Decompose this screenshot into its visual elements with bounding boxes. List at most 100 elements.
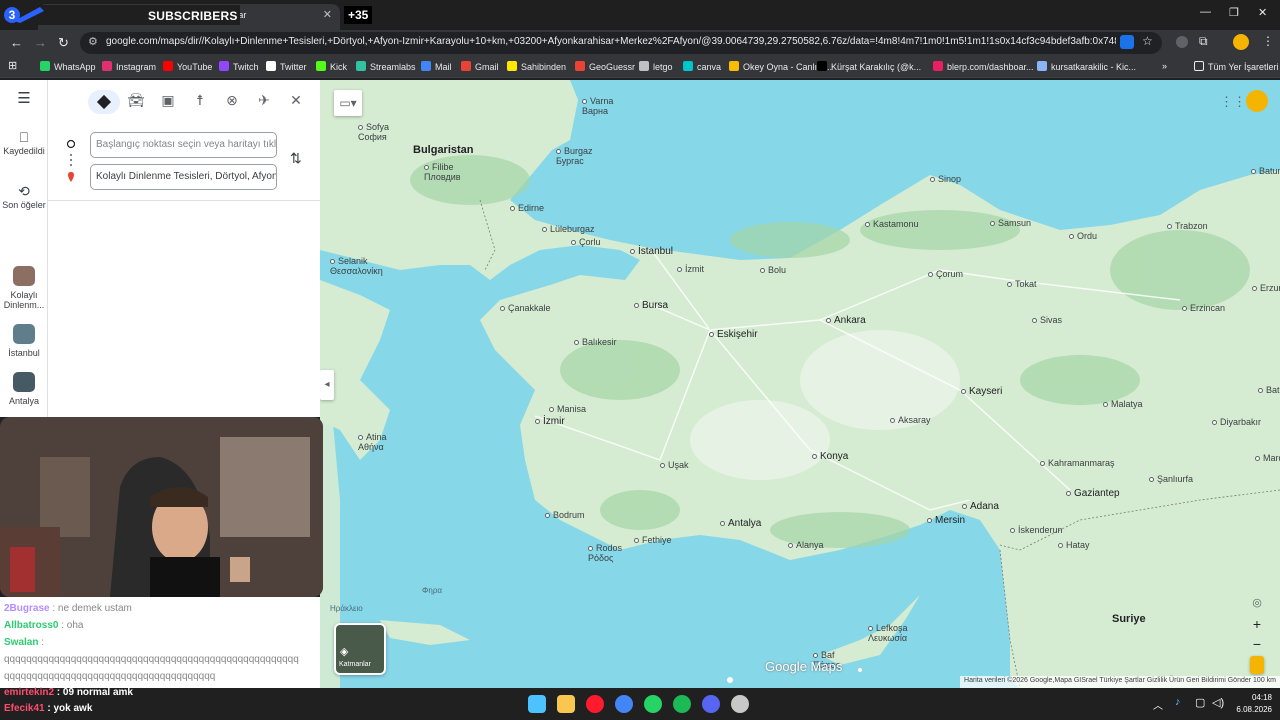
bookmark-item[interactable]: letgo <box>639 61 673 72</box>
extension-icon[interactable] <box>1176 36 1188 48</box>
city-label[interactable]: Kastamonu <box>865 219 919 229</box>
city-label[interactable]: Antalya <box>720 518 761 529</box>
back-icon[interactable]: ← <box>10 35 23 50</box>
city-label[interactable]: Samsun <box>990 218 1031 228</box>
pegman-icon[interactable] <box>1250 656 1264 674</box>
city-label[interactable]: Erzurum <box>1252 283 1280 293</box>
city-label[interactable]: Aksaray <box>890 415 931 425</box>
city-label[interactable]: Bolu <box>760 265 786 275</box>
start-app-icon[interactable] <box>528 695 546 713</box>
city-label[interactable]: Malatya <box>1103 399 1143 409</box>
city-label[interactable]: Mersin <box>927 515 965 526</box>
city-label[interactable]: İzmir <box>535 416 565 427</box>
city-label[interactable]: Sinop <box>930 174 961 184</box>
city-label[interactable]: İskenderun <box>1010 525 1063 535</box>
city-label[interactable]: İzmit <box>677 264 704 274</box>
tray-chevron-icon[interactable]: ︿ <box>1153 697 1163 712</box>
recent-button[interactable]: ⟲ Son öğeler <box>0 184 48 210</box>
city-label[interactable]: Kayseri <box>961 386 1002 397</box>
city-label[interactable]: Diyarbakır <box>1212 417 1261 427</box>
layers-button[interactable]: ◈ Katmanlar <box>334 623 386 675</box>
bicycle-icon[interactable]: ⊗ <box>220 92 244 112</box>
city-label[interactable]: Atina Αθήνα <box>358 432 387 452</box>
city-label[interactable]: Mardin <box>1255 453 1280 463</box>
explorer-app-icon[interactable] <box>557 695 575 713</box>
bookmark-item[interactable]: Twitter <box>266 61 307 72</box>
city-label[interactable]: Eskişehir <box>709 329 758 340</box>
obs-app-icon[interactable] <box>731 695 749 713</box>
destination-input[interactable]: Kolaylı Dinlenme Tesisleri, Dörtyol, Afy… <box>90 164 277 190</box>
city-label[interactable]: Ankara <box>826 315 866 326</box>
volume-icon[interactable]: ◁) <box>1212 696 1224 709</box>
bookmark-item[interactable]: blerp.com/dashboar... <box>933 61 1034 72</box>
forward-icon[interactable]: → <box>34 35 47 50</box>
chrome-app-icon[interactable] <box>615 695 633 713</box>
city-label[interactable]: Bursa <box>634 300 668 311</box>
city-label[interactable]: Alanya <box>788 540 824 550</box>
network-icon[interactable]: ▢ <box>1195 696 1205 709</box>
swap-icon[interactable]: ⇅ <box>290 150 302 167</box>
city-label[interactable]: Tokat <box>1007 279 1037 289</box>
city-label[interactable]: Çorlu <box>571 237 601 247</box>
profile-avatar[interactable] <box>1233 34 1249 50</box>
city-label[interactable]: Çanakkale <box>500 303 551 313</box>
city-label[interactable]: Manisa <box>549 404 586 414</box>
city-label[interactable]: Ordu <box>1069 231 1097 241</box>
close-directions-icon[interactable]: ✕ <box>284 92 308 112</box>
zoom-out-button[interactable]: − <box>1248 635 1266 653</box>
city-label[interactable]: Bodrum <box>545 510 585 520</box>
city-label[interactable]: Edirne <box>510 203 544 213</box>
bookmark-item[interactable]: Mail <box>421 61 452 72</box>
city-label[interactable]: Hatay <box>1058 540 1090 550</box>
city-label[interactable]: Trabzon <box>1167 221 1208 231</box>
city-label[interactable]: Kahramanmaraş <box>1040 458 1115 468</box>
minimize-icon[interactable]: — <box>1200 6 1211 18</box>
bookmark-item[interactable]: GeoGuessr <box>575 61 635 72</box>
city-label[interactable]: Adana <box>962 501 999 512</box>
extensions-puzzle-icon[interactable]: ⧉ <box>1199 34 1208 49</box>
city-label[interactable]: Konya <box>812 451 848 462</box>
city-label[interactable]: Lefkoşa Λευκωσία <box>868 623 908 643</box>
bookmark-star-icon[interactable]: ☆ <box>1142 34 1153 48</box>
bookmark-item[interactable]: canva <box>683 61 721 72</box>
saved-button[interactable]: ⎕ Kaydedildi <box>0 130 48 156</box>
city-label[interactable]: Sivas <box>1032 315 1062 325</box>
my-location-icon[interactable]: ◎ <box>1248 594 1266 612</box>
bookmark-item[interactable]: Gmail <box>461 61 499 72</box>
recent-place-item[interactable]: Antalya <box>0 372 48 406</box>
car-icon[interactable]: 🚘︎ <box>124 92 148 112</box>
menu-kebab-icon[interactable]: ⋮ <box>1262 34 1274 48</box>
collapse-panel-button[interactable]: ◂ <box>320 370 334 400</box>
tab-close-icon[interactable]: ✕ <box>323 8 332 21</box>
map-canvas[interactable]: Bulgaristan Suriye Sofya София Varna Варна F… <box>320 80 1280 688</box>
city-label[interactable]: İstanbul <box>630 246 673 257</box>
taskbar-clock[interactable]: 04:18 6.08.2026 <box>1236 692 1272 716</box>
account-avatar[interactable] <box>1246 90 1268 112</box>
city-label[interactable]: Balıkesir <box>574 337 617 347</box>
transit-icon[interactable]: ▣ <box>156 92 180 112</box>
bookmark-item[interactable]: Kick <box>316 61 347 72</box>
bookmark-item[interactable]: Streamlabs <box>356 61 416 72</box>
apps-grid-icon[interactable]: ⊞ <box>8 59 17 72</box>
spotify-app-icon[interactable] <box>673 695 691 713</box>
city-label[interactable]: Gaziantep <box>1066 488 1120 499</box>
map-ruler-button[interactable]: ▭▾ <box>334 90 362 116</box>
walk-icon[interactable]: ☨ <box>188 92 212 112</box>
city-label[interactable]: Filibe Пловдив <box>424 162 461 182</box>
bookmark-item[interactable]: Instagram <box>102 61 156 72</box>
close-window-icon[interactable]: ✕ <box>1258 6 1267 19</box>
bookmark-item[interactable]: Kürşat Karakılıç (@k... <box>817 61 921 72</box>
city-label[interactable]: Batman <box>1258 385 1280 395</box>
address-bar[interactable]: ⚙ google.com/maps/dir//Kolaylı+Dinlenme+… <box>80 32 1162 54</box>
city-label[interactable]: Fethiye <box>634 535 672 545</box>
bookmark-item[interactable]: Twitch <box>219 61 259 72</box>
city-label[interactable]: Erzincan <box>1182 303 1225 313</box>
more-bookmarks-icon[interactable]: » <box>1162 61 1167 71</box>
city-label[interactable]: Uşak <box>660 460 689 470</box>
city-label[interactable]: Şanlıurfa <box>1149 474 1193 484</box>
reload-icon[interactable]: ↻ <box>58 35 69 51</box>
bookmark-item[interactable]: Sahibinden <box>507 61 566 72</box>
origin-input[interactable]: Başlangıç noktası seçin veya haritayı tı… <box>90 132 277 158</box>
discord-app-icon[interactable] <box>702 695 720 713</box>
city-label[interactable]: Varna Варна <box>582 96 613 116</box>
